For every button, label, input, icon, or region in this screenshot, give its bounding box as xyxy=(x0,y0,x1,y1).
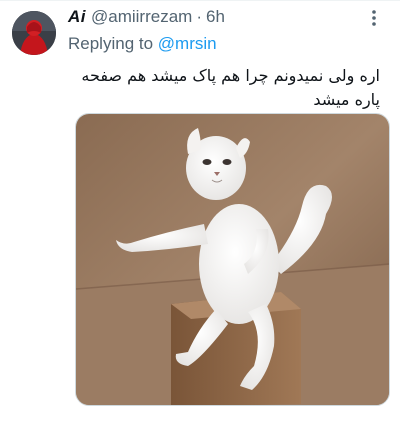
user-handle[interactable]: @amiirrezam xyxy=(91,6,192,28)
timestamp[interactable]: 6h xyxy=(206,6,225,28)
tweet-header: Ai @amiirrezam · 6h xyxy=(68,6,225,28)
replying-to-label: Replying to xyxy=(68,34,158,53)
avatar-image xyxy=(12,11,56,55)
avatar[interactable] xyxy=(12,11,56,55)
tweet-text: اره ولی نمیدونم چرا هم پاک میشد هم صفحه … xyxy=(81,66,380,109)
divider xyxy=(0,0,400,1)
replying-to: Replying to @mrsin xyxy=(68,33,217,55)
separator-dot: · xyxy=(196,7,202,26)
display-name[interactable]: Ai xyxy=(68,6,86,28)
tweet-media[interactable] xyxy=(75,113,390,406)
reply-mention-link[interactable]: @mrsin xyxy=(158,34,217,53)
more-options-button[interactable] xyxy=(362,8,386,28)
cat-meme-photo xyxy=(76,114,389,405)
more-vertical-icon xyxy=(372,10,376,26)
tweet-card[interactable]: Ai @amiirrezam · 6h Replying to @mrsin ا… xyxy=(0,0,400,429)
